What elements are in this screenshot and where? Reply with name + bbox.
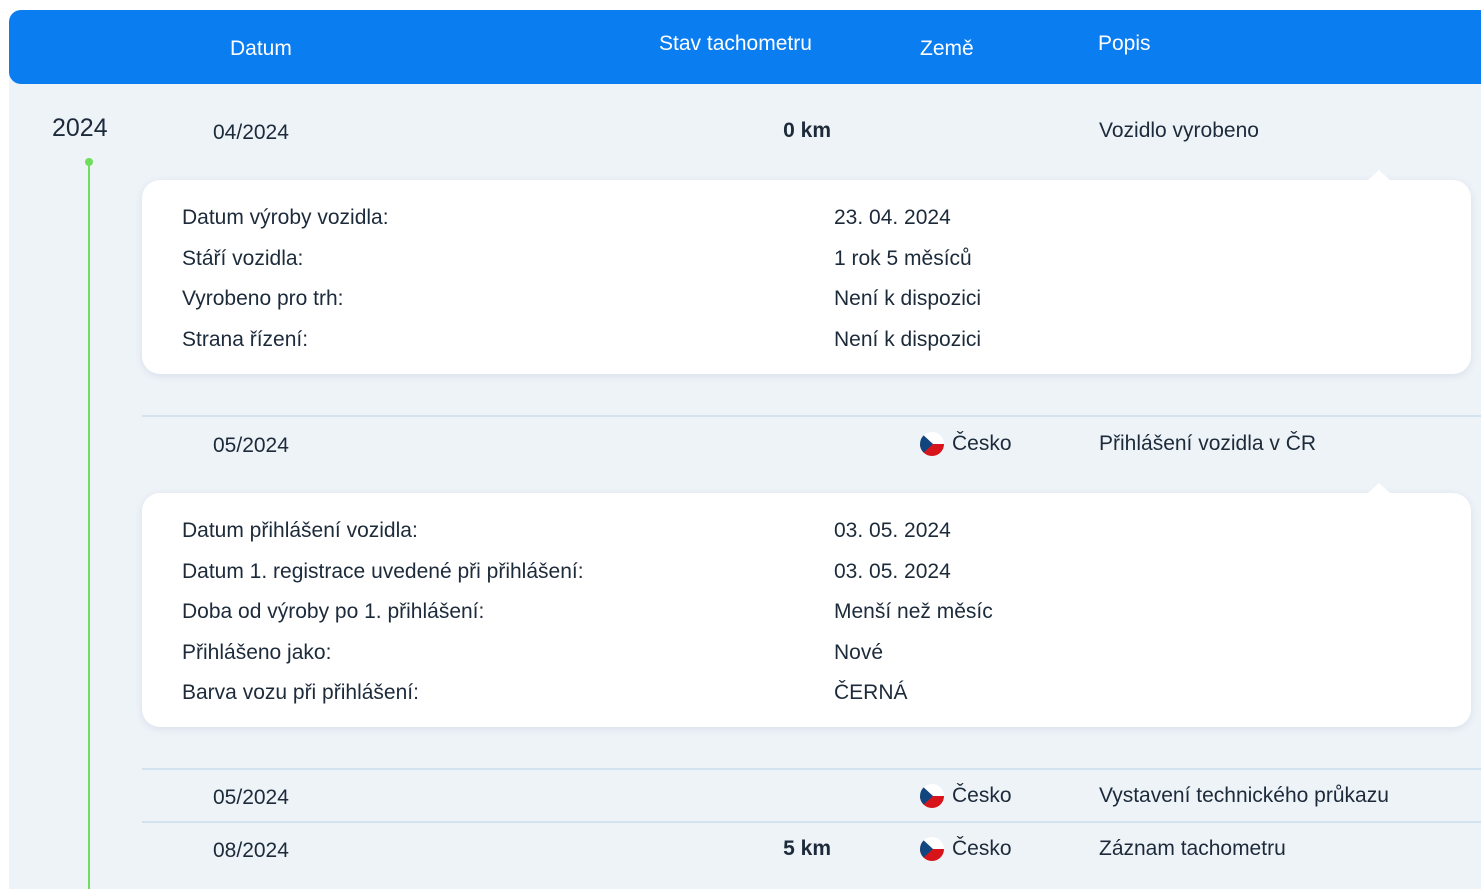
detail-label: Strana řízení: <box>182 328 309 351</box>
row-odometer: 5 km <box>783 837 831 860</box>
detail-label: Doba od výroby po 1. přihlášení: <box>182 600 485 623</box>
detail-line: Datum 1. registrace uvedené při přihláše… <box>182 560 1462 590</box>
detail-card-production: Datum výroby vozidla: 23. 04. 2024 Stáří… <box>142 170 1471 374</box>
row-country: Česko <box>920 837 1012 861</box>
detail-line: Vyrobeno pro trh: Není k dispozici <box>182 287 1462 317</box>
row-divider <box>142 768 1481 770</box>
column-header-datum: Datum <box>230 37 292 60</box>
detail-line: Barva vozu při přihlášení: ČERNÁ <box>182 681 1462 711</box>
detail-label: Vyrobeno pro trh: <box>182 287 344 310</box>
row-description: Vozidlo vyrobeno <box>1099 119 1259 142</box>
detail-line: Přihlášeno jako: Nové <box>182 641 1462 671</box>
detail-value: 03. 05. 2024 <box>834 560 951 583</box>
detail-label: Datum přihlášení vozidla: <box>182 519 418 542</box>
detail-value: 23. 04. 2024 <box>834 206 951 229</box>
detail-line: Stáří vozidla: 1 rok 5 měsíců <box>182 247 1462 277</box>
column-header-popis: Popis <box>1098 32 1151 55</box>
czech-flag-icon <box>920 784 944 808</box>
detail-value: Není k dispozici <box>834 287 982 310</box>
row-divider <box>142 415 1481 417</box>
timeline-row[interactable]: 08/2024 5 km Česko Záznam tachometru <box>0 831 1481 871</box>
table-header: Datum Stav tachometru Země Popis <box>9 10 1481 84</box>
detail-value: 1 rok 5 měsíců <box>834 247 972 270</box>
row-country-label: Česko <box>952 784 1012 807</box>
czech-flag-icon <box>920 432 944 456</box>
detail-label: Datum 1. registrace uvedené při přihláše… <box>182 560 584 583</box>
column-header-zeme: Země <box>920 37 974 60</box>
detail-value: Nové <box>834 641 884 664</box>
detail-line: Doba od výroby po 1. přihlášení: Menší n… <box>182 600 1462 630</box>
timeline-row[interactable]: 05/2024 Česko Vystavení technického průk… <box>0 778 1481 818</box>
row-date: 08/2024 <box>213 839 289 862</box>
column-header-stav-tachometru: Stav tachometru <box>659 32 812 55</box>
row-odometer: 0 km <box>783 119 831 142</box>
timeline-row[interactable]: 05/2024 Česko Přihlášení vozidla v ČR <box>0 426 1481 466</box>
detail-label: Barva vozu při přihlášení: <box>182 681 419 704</box>
detail-label: Stáří vozidla: <box>182 247 304 270</box>
detail-line: Datum přihlášení vozidla: 03. 05. 2024 <box>182 519 1462 549</box>
row-date: 05/2024 <box>213 786 289 809</box>
vehicle-history-timeline: Datum Stav tachometru Země Popis 2024 04… <box>0 0 1481 889</box>
detail-label: Datum výroby vozidla: <box>182 206 389 229</box>
row-country: Česko <box>920 784 1012 808</box>
row-date: 05/2024 <box>213 434 289 457</box>
timeline-row[interactable]: 04/2024 0 km Vozidlo vyrobeno <box>0 113 1481 153</box>
detail-line: Strana řízení: Není k dispozici <box>182 328 1462 358</box>
detail-label: Přihlášeno jako: <box>182 641 332 664</box>
row-country-label: Česko <box>952 837 1012 860</box>
row-date: 04/2024 <box>213 121 289 144</box>
detail-value: Není k dispozici <box>834 328 982 351</box>
detail-value: ČERNÁ <box>834 681 908 704</box>
detail-line: Datum výroby vozidla: 23. 04. 2024 <box>182 206 1462 236</box>
row-country-label: Česko <box>952 432 1012 455</box>
czech-flag-icon <box>920 837 944 861</box>
row-description: Vystavení technického průkazu <box>1099 784 1389 807</box>
detail-card-registration: Datum přihlášení vozidla: 03. 05. 2024 D… <box>142 483 1471 727</box>
row-description: Záznam tachometru <box>1099 837 1286 860</box>
row-divider <box>142 821 1481 823</box>
row-description: Přihlášení vozidla v ČR <box>1099 432 1317 455</box>
row-country: Česko <box>920 432 1012 456</box>
detail-value: Menší než měsíc <box>834 600 993 623</box>
detail-value: 03. 05. 2024 <box>834 519 951 542</box>
